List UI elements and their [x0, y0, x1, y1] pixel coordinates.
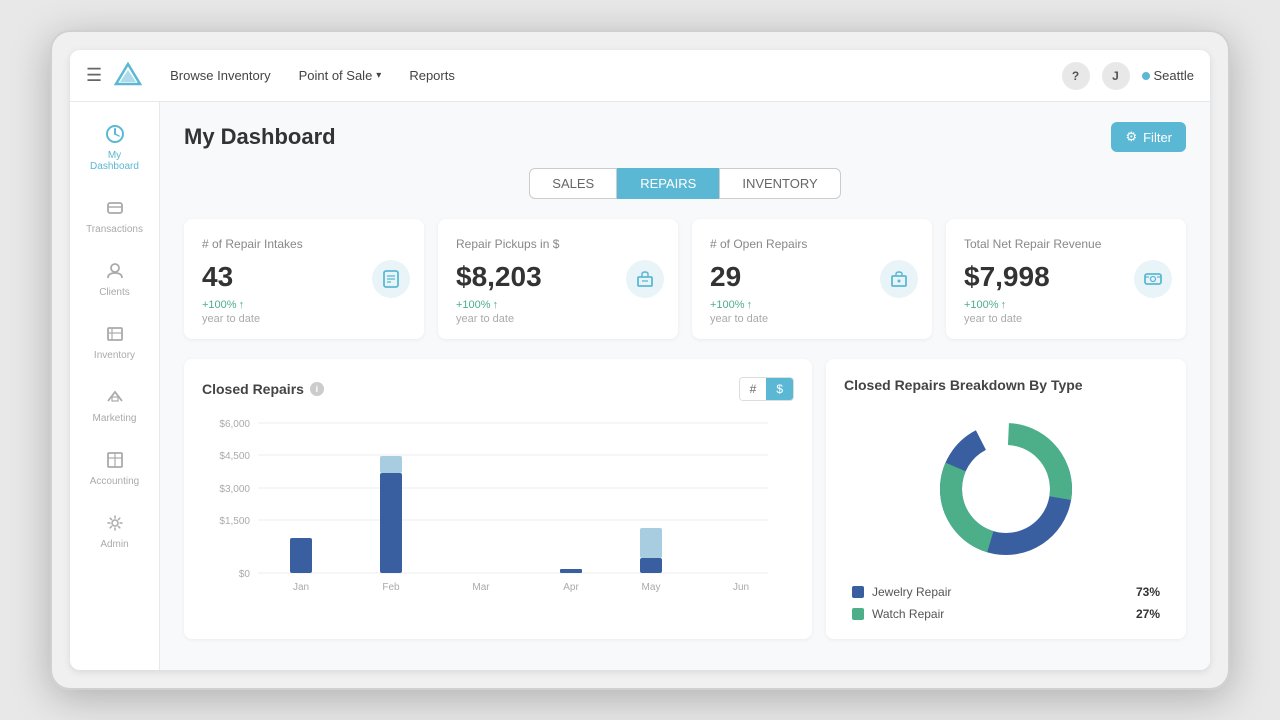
tab-sales[interactable]: SALES — [529, 168, 617, 199]
arrow-up-icon: ↑ — [493, 299, 499, 311]
inventory-icon — [103, 322, 127, 346]
user-avatar[interactable]: J — [1102, 62, 1130, 90]
sidebar-item-dashboard[interactable]: My Dashboard — [78, 112, 151, 182]
svg-text:Mar: Mar — [472, 582, 490, 593]
bottom-row: Closed Repairs i # $ — [184, 359, 1186, 639]
kpi-cards: # of Repair Intakes 43 +100% ↑ year to d… — [184, 219, 1186, 339]
kpi-net-revenue-period: year to date — [964, 313, 1168, 325]
kpi-repair-intakes: # of Repair Intakes 43 +100% ↑ year to d… — [184, 219, 424, 339]
donut-legend: Jewelry Repair 73% Watch Repair 27% — [844, 585, 1168, 621]
sidebar: My Dashboard Transactions — [70, 102, 160, 670]
chart-toggle: # $ — [739, 377, 794, 401]
closed-repairs-chart-card: Closed Repairs i # $ — [184, 359, 812, 639]
legend-jewelry-repair: Jewelry Repair 73% — [852, 585, 1160, 599]
arrow-up-icon: ↑ — [239, 299, 245, 311]
kpi-repair-intakes-icon — [372, 260, 410, 298]
kpi-net-revenue-title: Total Net Repair Revenue — [964, 237, 1168, 251]
donut-chart — [844, 409, 1168, 569]
kpi-repair-intakes-title: # of Repair Intakes — [202, 237, 406, 251]
kpi-open-repairs: # of Open Repairs 29 +100% ↑ year to dat… — [692, 219, 932, 339]
kpi-repair-pickups: Repair Pickups in $ $8,203 +100% ↑ year … — [438, 219, 678, 339]
tab-group: SALES REPAIRS INVENTORY — [184, 168, 1186, 199]
kpi-open-repairs-period: year to date — [710, 313, 914, 325]
jewelry-repair-pct: 73% — [1136, 585, 1160, 599]
sidebar-item-accounting[interactable]: Accounting — [78, 438, 151, 497]
kpi-open-repairs-icon — [880, 260, 918, 298]
info-icon[interactable]: i — [310, 382, 324, 396]
svg-text:Jun: Jun — [733, 582, 749, 593]
chart-header: Closed Repairs i # $ — [202, 377, 794, 401]
location-selector[interactable]: Seattle — [1142, 68, 1194, 83]
kpi-open-repairs-change: +100% ↑ — [710, 299, 914, 311]
tab-repairs[interactable]: REPAIRS — [617, 168, 719, 199]
sidebar-item-admin[interactable]: Admin — [78, 501, 151, 560]
watch-repair-pct: 27% — [1136, 607, 1160, 621]
bar-chart: $6,000 $4,500 $3,000 $1,500 $0 — [202, 413, 794, 613]
svg-text:May: May — [642, 582, 661, 593]
svg-text:$1,500: $1,500 — [219, 516, 250, 527]
sidebar-item-transactions[interactable]: Transactions — [78, 186, 151, 245]
chart-toggle-hash[interactable]: # — [740, 378, 767, 400]
watch-repair-dot — [852, 608, 864, 620]
kpi-repair-pickups-period: year to date — [456, 313, 660, 325]
sidebar-item-marketing[interactable]: Marketing — [78, 375, 151, 434]
hamburger-icon[interactable]: ☰ — [86, 65, 102, 86]
arrow-up-icon: ↑ — [1001, 299, 1007, 311]
logo-icon — [114, 62, 142, 90]
kpi-net-revenue: Total Net Repair Revenue $7,998 +100% ↑ … — [946, 219, 1186, 339]
admin-icon — [103, 511, 127, 535]
nav-items: Browse Inventory Point of Sale ▾ Reports — [158, 62, 1061, 89]
nav-point-of-sale[interactable]: Point of Sale ▾ — [287, 62, 394, 89]
nav-right: ? J Seattle — [1062, 62, 1194, 90]
transactions-icon — [103, 196, 127, 220]
accounting-icon — [103, 448, 127, 472]
kpi-open-repairs-title: # of Open Repairs — [710, 237, 914, 251]
dashboard-icon — [103, 122, 127, 146]
nav-reports[interactable]: Reports — [397, 62, 467, 89]
top-navigation: ☰ Browse Inventory Point of Sale ▾ Repor… — [70, 50, 1210, 102]
kpi-net-revenue-icon — [1134, 260, 1172, 298]
marketing-icon — [103, 385, 127, 409]
nav-browse-inventory[interactable]: Browse Inventory — [158, 62, 282, 89]
sidebar-item-clients[interactable]: Clients — [78, 249, 151, 308]
filter-button[interactable]: ⚙ Filter — [1111, 122, 1186, 152]
svg-text:$6,000: $6,000 — [219, 419, 250, 430]
sidebar-item-inventory[interactable]: Inventory — [78, 312, 151, 371]
kpi-net-revenue-change: +100% ↑ — [964, 299, 1168, 311]
kpi-repair-pickups-title: Repair Pickups in $ — [456, 237, 660, 251]
kpi-repair-intakes-period: year to date — [202, 313, 406, 325]
svg-text:$3,000: $3,000 — [219, 484, 250, 495]
chart-toggle-dollar[interactable]: $ — [766, 378, 793, 400]
filter-icon: ⚙ — [1125, 129, 1137, 145]
help-button[interactable]: ? — [1062, 62, 1090, 90]
svg-text:Feb: Feb — [382, 582, 400, 593]
tab-inventory[interactable]: INVENTORY — [719, 168, 840, 199]
kpi-repair-pickups-change: +100% ↑ — [456, 299, 660, 311]
closed-repairs-title: Closed Repairs i — [202, 381, 324, 397]
jewelry-repair-dot — [852, 586, 864, 598]
legend-watch-repair: Watch Repair 27% — [852, 607, 1160, 621]
page-title: My Dashboard — [184, 124, 336, 150]
svg-text:Apr: Apr — [563, 582, 579, 593]
chevron-down-icon: ▾ — [376, 70, 381, 81]
main-content: My Dashboard ⚙ Filter SALES REPAIRS INVE… — [160, 102, 1210, 670]
kpi-repair-pickups-icon — [626, 260, 664, 298]
content-header: My Dashboard ⚙ Filter — [184, 122, 1186, 152]
arrow-up-icon: ↑ — [747, 299, 753, 311]
svg-text:$4,500: $4,500 — [219, 451, 250, 462]
donut-chart-card: Closed Repairs Breakdown By Type — [826, 359, 1186, 639]
svg-text:$0: $0 — [239, 569, 251, 580]
location-dot-icon — [1142, 72, 1150, 80]
donut-chart-title: Closed Repairs Breakdown By Type — [844, 377, 1168, 393]
clients-icon — [103, 259, 127, 283]
svg-text:Jan: Jan — [293, 582, 309, 593]
kpi-repair-intakes-change: +100% ↑ — [202, 299, 406, 311]
